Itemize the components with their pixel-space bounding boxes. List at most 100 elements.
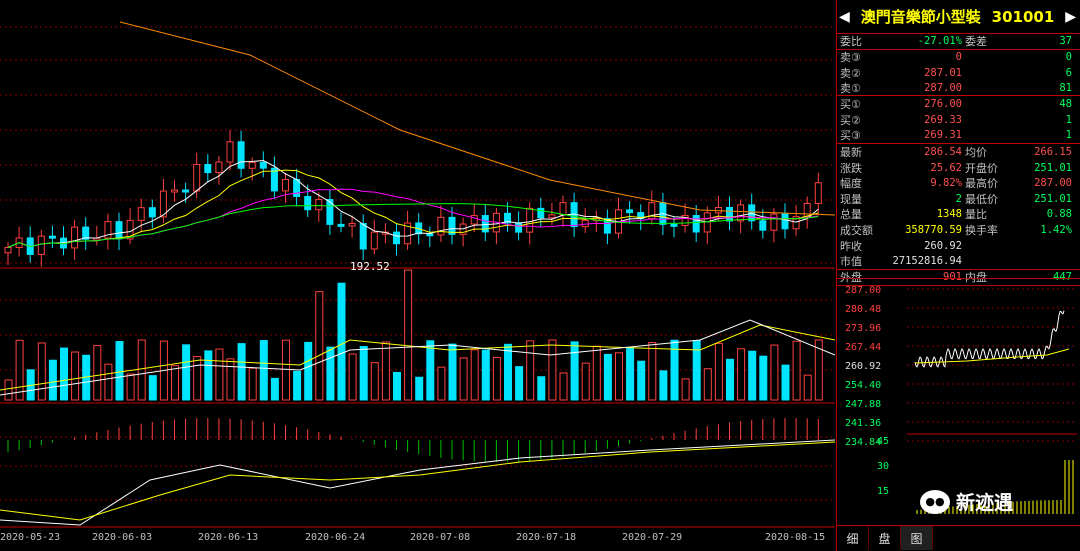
candle-body — [437, 216, 445, 236]
sell-price: 287.01 — [924, 66, 962, 79]
intraday-mini-chart[interactable]: 287.00 280.48 273.96 267.44 260.92 254.40 247.… — [837, 278, 1080, 523]
quote-label-2: 最高价 — [965, 177, 998, 191]
volume-bar — [526, 340, 535, 401]
tab-orderbook[interactable]: 盘 — [869, 526, 901, 550]
volume-bar — [626, 346, 635, 401]
volume-bar — [559, 372, 568, 401]
buy-row: 买③ 269.31 1 — [837, 128, 1080, 144]
tab-detail[interactable]: 细 — [837, 526, 869, 550]
date-label: 2020-06-24 — [305, 532, 366, 543]
quote-value: 9.82% — [930, 177, 962, 190]
volume-bar — [370, 362, 379, 401]
volume-bar — [348, 353, 357, 401]
volume-bar — [437, 366, 446, 401]
candle-body — [726, 207, 733, 222]
quote-value-2: 1.42% — [1040, 223, 1072, 236]
candle-body — [348, 223, 356, 227]
tab-chart[interactable]: 图 — [901, 526, 933, 550]
mini-axis-label: 234.84 — [845, 437, 881, 448]
candle-body — [293, 178, 301, 197]
quote-label: 涨跌 — [840, 161, 862, 175]
next-stock-icon[interactable]: ▶ — [1065, 9, 1076, 25]
candle-body — [48, 235, 56, 239]
quote-value: 286.54 — [924, 145, 962, 158]
volume-bar — [171, 365, 179, 401]
volume-bar — [615, 352, 623, 401]
volume-bar — [448, 343, 457, 401]
volume-bar — [282, 339, 290, 401]
volume-bar — [293, 370, 302, 401]
sell-row: 卖② 287.01 6 — [837, 65, 1080, 81]
sell-price: 287.00 — [924, 82, 962, 95]
sell-volume: 6 — [1065, 66, 1072, 79]
buy-volume: 48 — [1059, 98, 1072, 111]
quote-table: 最新 286.54 均价 266.15 涨跌 25.62 开盘价 251.01 幅度 9.82% 最… — [837, 144, 1080, 270]
candle-body — [193, 164, 201, 192]
date-label: 2020-07-29 — [622, 532, 683, 543]
volume-bar — [637, 360, 646, 401]
candle-body — [237, 141, 245, 169]
volume-bar — [681, 378, 690, 401]
candle-body — [370, 231, 378, 250]
kline-chart-area[interactable]: 192.52 — [0, 0, 835, 551]
volume-bar — [792, 340, 801, 401]
volume-bar — [570, 341, 579, 401]
buy-row: 买① 276.00 48 — [837, 96, 1080, 112]
date-label: 2020-07-18 — [516, 532, 577, 543]
buy-label: 买③ — [840, 129, 861, 143]
macd-dif-line — [0, 439, 835, 526]
quote-value: 25.62 — [930, 161, 962, 174]
volume-bar — [226, 358, 235, 401]
volume-bar — [492, 356, 501, 401]
sell-row: 卖① 287.00 81 — [837, 81, 1080, 97]
candle-body — [37, 235, 45, 255]
candle-body — [71, 226, 79, 249]
quote-label-2: 均价 — [965, 145, 987, 159]
volume-bar — [603, 353, 612, 401]
volume-bar — [326, 346, 335, 401]
volume-bar — [204, 350, 213, 401]
candle-body — [426, 233, 434, 237]
panel-tabs: 细 盘 图 — [837, 525, 1080, 551]
quote-value-2: 266.15 — [1034, 145, 1072, 158]
buy-label: 买① — [840, 98, 861, 112]
quote-label-2: 换手率 — [965, 223, 998, 237]
stock-name: 澳門音樂節小型裝 — [860, 8, 981, 26]
volume-bar — [381, 341, 390, 401]
date-label: 2020-08-15 — [765, 532, 826, 543]
candle-body — [315, 199, 323, 211]
candle-body — [748, 204, 756, 222]
volume-bar — [237, 343, 246, 401]
volume-bar — [581, 362, 590, 401]
volume-bar — [703, 368, 712, 401]
quote-panel: ◀ 澳門音樂節小型裝 301001 ▶ 委比 -27.01% 委差 37 卖③ 0… — [836, 0, 1080, 551]
volume-bar — [415, 376, 424, 401]
candle-body — [359, 223, 367, 250]
quote-label-2: 量比 — [965, 208, 987, 222]
candle-body — [259, 162, 267, 169]
quote-value: 1348 — [936, 208, 962, 221]
quote-label-2: 开盘价 — [965, 161, 998, 175]
volume-bar — [548, 339, 557, 401]
volume-bar — [504, 343, 512, 401]
kline-chart[interactable] — [0, 0, 835, 551]
weibi-label: 委比 — [840, 35, 862, 49]
quote-label: 最新 — [840, 145, 862, 159]
quote-value: 260.92 — [924, 239, 962, 252]
volume-bar — [426, 340, 435, 401]
mini-price-line — [914, 310, 1065, 368]
date-label: 2020-06-13 — [198, 532, 259, 543]
mini-vol-label: 15 — [877, 486, 889, 497]
wechat-icon: ●● — [920, 489, 950, 514]
date-label: 2020-07-08 — [410, 532, 471, 543]
buy-price: 269.31 — [924, 129, 962, 142]
buy-price: 269.33 — [924, 113, 962, 126]
volume-bar — [470, 349, 479, 401]
quote-label: 昨收 — [840, 239, 862, 253]
sell-price: 0 — [955, 51, 962, 64]
weicha-value: 37 — [1059, 35, 1072, 48]
volume-bar — [137, 339, 146, 401]
quote-label: 总量 — [840, 208, 862, 222]
prev-stock-icon[interactable]: ◀ — [839, 9, 850, 25]
candle-body — [515, 222, 523, 233]
